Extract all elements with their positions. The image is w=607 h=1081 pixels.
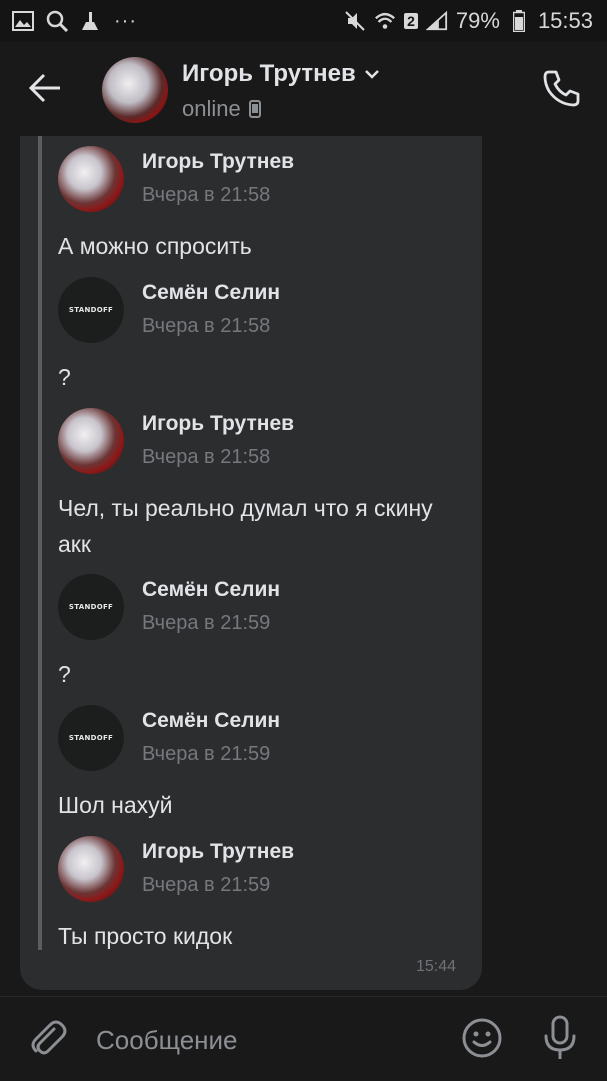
online-status: online — [182, 96, 241, 121]
message-timestamp: Вчера в 21:58 — [142, 446, 271, 468]
message-composer — [0, 996, 607, 1081]
contact-name: Игорь Трутнев — [182, 60, 356, 87]
mobile-icon — [248, 100, 261, 118]
clock: 15:53 — [537, 8, 593, 33]
author-name: Игорь Трутнев — [142, 412, 295, 435]
forwarded-message[interactable]: STANDOFF Семён Селин Вчера в 21:59 Шол н… — [56, 699, 476, 818]
gallery-icon — [12, 10, 34, 32]
message-text: Чел, ты реально думал что я скину акк — [58, 495, 433, 557]
paperclip-icon — [31, 1020, 67, 1055]
battery-percent: 79% — [455, 8, 500, 33]
signal-icon — [425, 10, 448, 32]
author-avatar — [58, 408, 124, 474]
microphone-icon — [544, 1015, 576, 1059]
author-name: Семён Селин — [142, 578, 281, 601]
contact-status: online — [182, 96, 261, 122]
author-avatar: STANDOFF — [58, 574, 124, 640]
arrow-left-icon — [28, 73, 60, 103]
message-timestamp: Вчера в 21:58 — [142, 184, 271, 206]
message-text: ? — [58, 364, 71, 390]
chat-header: Игорь Трутнев online — [0, 42, 607, 136]
voice-message-button[interactable] — [538, 1014, 582, 1062]
author-avatar — [58, 836, 124, 902]
author-avatar — [58, 146, 124, 212]
avatar-logo: STANDOFF — [68, 734, 114, 742]
more-notifications: ··· — [114, 9, 137, 32]
forwarded-message[interactable]: STANDOFF Семён Селин Вчера в 21:59 ? — [56, 568, 476, 687]
forwarded-message[interactable]: STANDOFF Семён Селин Вчера в 21:58 ? — [56, 271, 476, 390]
author-name: Семён Селин — [142, 709, 281, 732]
status-bar: ··· 2 79% 15:53 — [0, 0, 607, 42]
forwarded-message[interactable]: Игорь Трутнев Вчера в 21:58 А можно спро… — [56, 140, 476, 259]
call-button[interactable] — [540, 66, 584, 110]
emoji-button[interactable] — [460, 1016, 504, 1060]
avatar-logo: STANDOFF — [68, 603, 114, 611]
mute-icon — [344, 10, 366, 32]
message-timestamp: Вчера в 21:59 — [142, 612, 271, 634]
message-input[interactable] — [96, 1023, 426, 1057]
message-timestamp: Вчера в 21:59 — [142, 874, 271, 896]
contact-name-button[interactable]: Игорь Трутнев — [182, 60, 380, 88]
battery-icon — [508, 10, 530, 32]
author-avatar: STANDOFF — [58, 705, 124, 771]
contact-avatar[interactable] — [102, 57, 168, 123]
phone-icon — [543, 70, 580, 107]
message-timestamp: Вчера в 21:59 — [142, 743, 271, 765]
wifi-icon — [374, 10, 396, 32]
message-text: Шол нахуй — [58, 792, 173, 818]
clean-icon — [80, 10, 102, 32]
author-avatar: STANDOFF — [58, 277, 124, 343]
forwarded-message[interactable]: Игорь Трутнев Вчера в 21:58 Чел, ты реал… — [56, 402, 476, 557]
forwarded-message[interactable]: Игорь Трутнев Вчера в 21:59 Ты просто ки… — [56, 830, 476, 949]
smiley-icon — [462, 1018, 502, 1058]
search-icon — [46, 10, 68, 32]
message-text: А можно спросить — [58, 233, 252, 259]
avatar-logo: STANDOFF — [68, 306, 114, 314]
back-button[interactable] — [26, 68, 66, 108]
sim-badge: 2 — [404, 13, 418, 29]
author-name: Семён Селин — [142, 281, 281, 304]
attach-button[interactable] — [26, 1017, 68, 1059]
message-text: ? — [58, 661, 71, 687]
chevron-down-icon — [364, 70, 379, 79]
message-text: Ты просто кидок — [58, 923, 233, 949]
author-name: Игорь Трутнев — [142, 150, 295, 173]
forward-quote-bar — [38, 136, 42, 950]
message-timestamp: Вчера в 21:58 — [142, 315, 271, 337]
message-time: 15:44 — [416, 958, 457, 975]
author-name: Игорь Трутнев — [142, 840, 295, 863]
